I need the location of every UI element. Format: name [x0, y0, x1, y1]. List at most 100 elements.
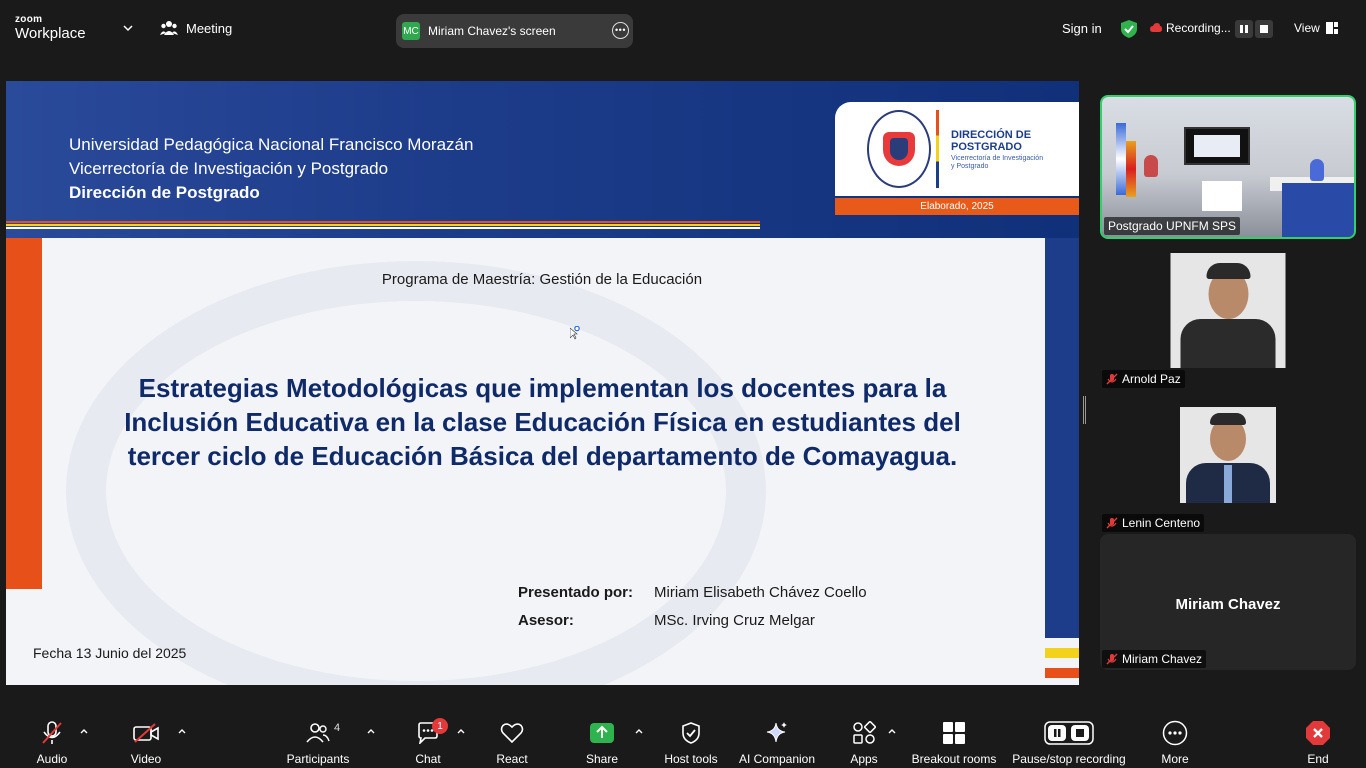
participant-name-tag: Postgrado UPNFM SPS — [1104, 217, 1241, 235]
chat-unread-badge: 1 — [432, 718, 448, 734]
participant-tile[interactable]: Arnold Paz — [1100, 246, 1356, 390]
sharer-avatar: MC — [402, 22, 420, 40]
pause-recording-button[interactable] — [1235, 20, 1253, 38]
share-options-caret-icon[interactable] — [634, 726, 644, 736]
participants-options-caret-icon[interactable] — [366, 726, 376, 736]
zoom-logo: zoom Workplace — [15, 14, 86, 42]
more-options-icon[interactable]: ••• — [612, 22, 629, 39]
participants-icon — [306, 723, 330, 743]
participant-name-tag: Arnold Paz — [1102, 370, 1185, 388]
header-stripes — [6, 221, 760, 231]
vice-rectorate: Vicerrectoría de Investigación y Postgra… — [69, 159, 389, 178]
ai-companion-label: AI Companion — [738, 752, 816, 766]
presented-label: Presentado por: — [518, 584, 634, 601]
thesis-title: Estrategias Metodológicas que implementa… — [124, 373, 961, 471]
audio-options-caret-icon[interactable] — [79, 726, 89, 736]
card-title: DIRECCIÓN DE POSTGRADO — [951, 129, 1032, 153]
cursor-icon — [570, 326, 580, 340]
breakout-rooms-label: Breakout rooms — [911, 752, 997, 766]
video-options-caret-icon[interactable] — [177, 726, 187, 736]
ai-sparkle-icon — [766, 722, 787, 743]
people-icon — [160, 21, 178, 35]
stop-icon — [1260, 25, 1268, 33]
video-feed — [1102, 97, 1354, 237]
participant-tile[interactable]: Lenin Centeno — [1100, 390, 1356, 534]
ai-companion-button[interactable]: AI Companion — [736, 720, 818, 766]
recording-indicator[interactable]: Recording... — [1150, 21, 1231, 35]
share-button[interactable]: Share — [582, 720, 622, 766]
view-label: View — [1294, 21, 1320, 35]
pause-stop-recording-label: Pause/stop recording — [1012, 752, 1126, 766]
react-button[interactable]: React — [492, 720, 532, 766]
participant-name: Lenin Centeno — [1122, 516, 1201, 530]
muted-mic-icon — [1106, 517, 1118, 529]
participant-tile[interactable]: Postgrado UPNFM SPS — [1100, 95, 1356, 239]
cloud-recording-icon — [1150, 23, 1162, 32]
participant-name: Miriam Chavez — [1122, 652, 1203, 666]
participant-name-tag: Miriam Chavez — [1102, 650, 1207, 668]
directorate: Dirección de Postgrado — [69, 183, 260, 202]
camera-off-icon — [133, 723, 159, 743]
shared-slide: Universidad Pedagógica Nacional Francisc… — [6, 81, 1079, 685]
pause-stop-recording-button[interactable]: Pause/stop recording — [1010, 720, 1128, 766]
presented-value: Miriam Elisabeth Chávez Coello — [654, 584, 867, 601]
security-shield-icon[interactable] — [1120, 19, 1138, 39]
audio-button[interactable]: Audio — [30, 720, 74, 766]
panel-resize-handle[interactable] — [1083, 396, 1086, 424]
chat-options-caret-icon[interactable] — [456, 726, 466, 736]
participant-video — [1170, 253, 1286, 368]
elaborado-banner: Elaborado, 2025 — [835, 198, 1079, 215]
participants-button[interactable]: Participants 4 — [284, 720, 352, 766]
end-meeting-button[interactable]: End — [1300, 720, 1336, 766]
participants-count: 4 — [334, 722, 341, 734]
program-title: Programa de Maestría: Gestión de la Educ… — [381, 271, 703, 288]
advisor-label: Asesor: — [518, 612, 574, 629]
grid-view-icon — [1325, 22, 1338, 34]
right-orange-stripe — [1045, 668, 1079, 678]
participant-video — [1180, 407, 1276, 503]
participant-tile[interactable]: Miriam Chavez Miriam Chavez — [1100, 534, 1356, 670]
apps-options-caret-icon[interactable] — [887, 726, 897, 736]
university-lines: Universidad Pedagógica Nacional Francisc… — [69, 133, 473, 205]
brand-bottom: Workplace — [15, 25, 86, 42]
top-bar: zoom Workplace Meeting MC Miriam Chavez'… — [0, 0, 1366, 60]
participant-name: Postgrado UPNFM SPS — [1108, 219, 1237, 233]
shared-screen-label: Miriam Chavez's screen — [428, 24, 556, 38]
end-label: End — [1307, 752, 1329, 766]
left-accent-bar — [6, 238, 42, 589]
video-button[interactable]: Video — [124, 720, 168, 766]
chevron-down-icon[interactable] — [122, 22, 134, 34]
video-label: Video — [130, 752, 162, 766]
host-tools-label: Host tools — [664, 752, 718, 766]
participant-display-name: Miriam Chavez — [1175, 596, 1281, 613]
audio-label: Audio — [36, 752, 68, 766]
breakout-rooms-icon — [943, 722, 965, 744]
view-menu[interactable]: View — [1294, 21, 1338, 35]
shared-screen-pill[interactable]: MC Miriam Chavez's screen ••• — [396, 14, 633, 48]
muted-mic-icon — [1106, 373, 1118, 385]
more-button[interactable]: More — [1156, 720, 1194, 766]
sign-in-link[interactable]: Sign in — [1062, 21, 1102, 36]
pause-stop-recording-icon — [1044, 721, 1094, 745]
apps-button[interactable]: Apps — [846, 720, 882, 766]
meeting-toolbar: Audio Video Participants 4 Chat 1 React … — [0, 710, 1366, 768]
host-tools-button[interactable]: Host tools — [662, 720, 720, 766]
stop-recording-button[interactable] — [1255, 20, 1273, 38]
right-yellow-stripe — [1045, 648, 1079, 658]
presented-block: Presentado por: Miriam Elisabeth Chávez … — [518, 579, 867, 635]
brand-top: zoom — [15, 14, 43, 25]
university-seal — [867, 110, 931, 188]
apps-icon — [853, 721, 876, 744]
pause-icon — [1240, 25, 1248, 33]
chat-button[interactable]: Chat 1 — [408, 718, 448, 766]
more-label: More — [1161, 752, 1189, 766]
university-name: Universidad Pedagógica Nacional Francisc… — [69, 135, 474, 154]
meeting-menu[interactable]: Meeting — [160, 20, 232, 36]
postgrado-logo-card: DIRECCIÓN DE POSTGRADO Vicerrectoría de … — [835, 102, 1079, 196]
card-subtitle: Vicerrectoría de Investigación y Postgra… — [951, 155, 1044, 170]
chat-label: Chat — [415, 752, 441, 766]
logo-divider — [936, 110, 939, 188]
breakout-rooms-button[interactable]: Breakout rooms — [910, 720, 998, 766]
participant-name-tag: Lenin Centeno — [1102, 514, 1205, 532]
participants-label: Participants — [286, 752, 350, 766]
